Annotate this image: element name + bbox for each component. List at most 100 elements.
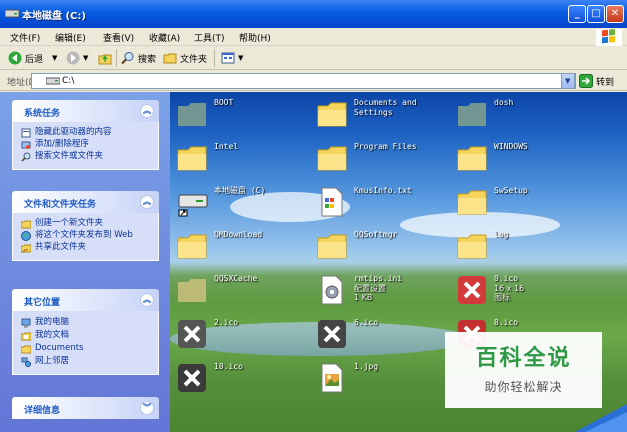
go-button[interactable]: 转到	[579, 74, 614, 88]
file-type: 图标	[494, 293, 510, 302]
close-button[interactable]: ✕	[606, 5, 624, 23]
folder-icon	[317, 102, 347, 127]
corner-decoration	[575, 404, 627, 432]
folder-icon	[177, 146, 207, 171]
menu-help[interactable]: 帮助(H)	[239, 31, 271, 44]
task-share-folder[interactable]: 共享此文件夹	[21, 242, 152, 253]
menu-edit[interactable]: 编辑(E)	[55, 31, 86, 44]
collapse-icon[interactable]: ︽	[140, 195, 154, 209]
back-arrow-icon	[8, 51, 22, 65]
menu-tools[interactable]: 工具(T)	[194, 31, 225, 44]
address-input[interactable]: C:\	[31, 73, 576, 89]
place-documents[interactable]: Documents	[21, 342, 152, 355]
folder-icon	[178, 103, 206, 126]
chevron-down-icon: ▼	[565, 77, 571, 85]
address-value: C:\	[62, 76, 75, 86]
file-name: BOOT	[214, 98, 234, 107]
details-header[interactable]: 详细信息 ︾	[12, 397, 159, 419]
watermark-title: 百科全说	[475, 346, 572, 371]
file-name: QQSoftmgr	[354, 230, 398, 239]
globe-icon	[21, 231, 31, 241]
file-item[interactable]: 本地磁盘 (C)	[170, 182, 310, 222]
toolbar-separator	[214, 49, 215, 67]
collapse-icon[interactable]: ︽	[140, 104, 154, 118]
file-item[interactable]: BOOT	[170, 94, 310, 134]
file-item[interactable]: rmtips.ini 配置设置 1 KB	[310, 270, 450, 310]
chevron-down-icon: ▼	[83, 54, 89, 62]
task-new-folder[interactable]: 创建一个新文件夹	[21, 218, 152, 229]
title-bar[interactable]: 本地磁盘 (C:) _ □ ✕	[0, 0, 627, 28]
file-name: dosh	[494, 98, 514, 107]
file-item[interactable]: QMDownload	[170, 226, 310, 266]
file-item[interactable]: 10.ico	[170, 358, 310, 398]
settings-file-icon	[321, 275, 343, 305]
hide-icon	[21, 128, 31, 138]
views-icon	[221, 52, 235, 64]
file-item[interactable]: Documents and Settings	[310, 94, 450, 134]
menu-file[interactable]: 文件(F)	[10, 31, 40, 44]
maximize-button[interactable]: □	[587, 5, 605, 23]
task-publish-web[interactable]: 将这个文件夹发布到 Web	[21, 230, 152, 241]
icon-file-icon	[318, 320, 346, 348]
go-label: 转到	[596, 77, 615, 88]
place-network[interactable]: 网上邻居	[21, 355, 152, 368]
file-name: 本地磁盘 (C)	[214, 186, 266, 195]
panel-title: 系统任务	[24, 109, 61, 119]
task-hide-drive[interactable]: 隐藏此驱动器的内容	[21, 127, 152, 138]
file-name: 8.ico	[494, 318, 519, 327]
folder-icon	[178, 279, 206, 302]
expand-icon[interactable]: ︾	[140, 401, 154, 415]
file-tasks-header[interactable]: 文件和文件夹任务 ︽	[12, 191, 159, 213]
file-item[interactable]: dosh	[450, 94, 590, 134]
system-tasks-header[interactable]: 系统任务 ︽	[12, 100, 159, 122]
task-label: 隐藏此驱动器的内容	[35, 127, 112, 137]
address-dropdown-button[interactable]: ▼	[561, 73, 575, 89]
file-item[interactable]: QQSXCache	[170, 270, 310, 310]
icon-file-icon	[178, 320, 206, 348]
place-my-documents[interactable]: 我的文档	[21, 329, 152, 342]
file-item[interactable]: 1.jpg	[310, 358, 450, 398]
up-folder-button[interactable]	[98, 50, 112, 66]
file-item[interactable]: log	[450, 226, 590, 266]
drive-icon	[178, 194, 208, 217]
icon-file-icon	[178, 364, 206, 392]
task-label: 添加/删除程序	[35, 139, 89, 149]
folders-label: 文件夹	[180, 54, 208, 65]
file-item[interactable]: WINDOWS	[450, 138, 590, 178]
search-button[interactable]: 搜索	[121, 50, 156, 66]
toolbar-separator	[116, 49, 117, 67]
file-name: rmtips.ini	[354, 274, 403, 283]
task-add-remove-programs[interactable]: 添加/删除程序	[21, 139, 152, 150]
search-icon	[121, 52, 134, 65]
back-button[interactable]: 后退 ▼	[8, 50, 57, 66]
file-name: WINDOWS	[494, 142, 528, 151]
file-item[interactable]: Program Files	[310, 138, 450, 178]
back-label: 后退	[25, 54, 44, 65]
place-my-computer[interactable]: 我的电脑	[21, 316, 152, 329]
folder-icon	[163, 53, 177, 64]
folder-icon	[317, 234, 347, 259]
text-file-icon	[321, 187, 343, 217]
task-search-files[interactable]: 搜索文件或文件夹	[21, 151, 152, 162]
file-item[interactable]: QQSoftmgr	[310, 226, 450, 266]
other-places-header[interactable]: 其它位置 ︽	[12, 289, 159, 311]
chevron-down-icon: ▼	[52, 54, 58, 62]
file-name: 1.jpg	[354, 362, 379, 371]
file-item[interactable]: 6.ico	[310, 314, 450, 354]
menu-view[interactable]: 查看(V)	[103, 31, 134, 44]
file-item[interactable]: Intel	[170, 138, 310, 178]
collapse-icon[interactable]: ︽	[140, 293, 154, 307]
file-item[interactable]: 0.ico 16 x 16 图标	[450, 270, 590, 310]
file-name: 2.ico	[214, 318, 239, 327]
folder-icon	[457, 146, 487, 171]
menu-favorites[interactable]: 收藏(A)	[149, 31, 180, 44]
file-name: Documents and Settings	[354, 98, 417, 117]
forward-button[interactable]: ▼	[66, 50, 88, 66]
file-item[interactable]: SwSetup	[450, 182, 590, 222]
minimize-button[interactable]: _	[568, 5, 586, 23]
place-label: Documents	[35, 343, 84, 353]
file-item[interactable]: 2.ico	[170, 314, 310, 354]
views-button[interactable]: ▼	[221, 50, 243, 66]
folders-button[interactable]: 文件夹	[163, 50, 207, 66]
file-item[interactable]: KmusInfo.txt	[310, 182, 450, 222]
